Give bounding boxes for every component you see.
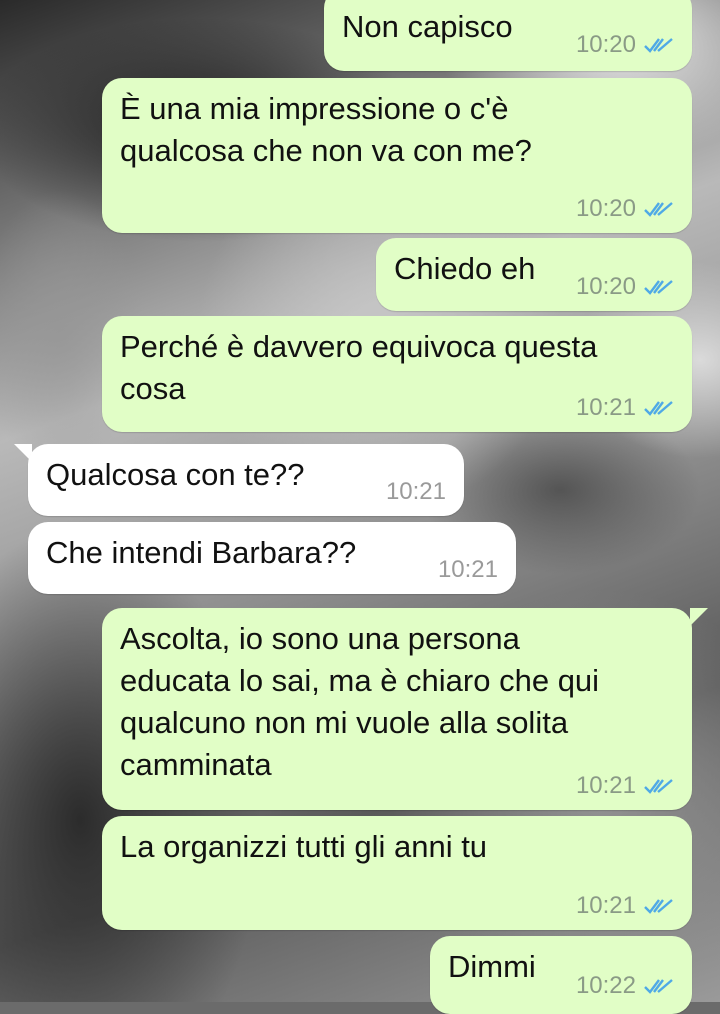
message-time: 10:20	[575, 195, 636, 222]
message-time: 10:20	[575, 273, 636, 300]
message-meta: 10:22	[576, 972, 674, 1000]
message-time: 10:21	[385, 478, 446, 505]
message-outgoing[interactable]: Non capisco 10:20	[324, 0, 692, 71]
message-meta: 10:21	[576, 772, 674, 800]
message-meta: 10:20	[576, 31, 674, 59]
message-meta: 10:21	[438, 556, 498, 584]
double-check-read-icon	[644, 779, 673, 794]
message-time: 10:21	[575, 772, 636, 799]
message-time: 10:20	[575, 31, 636, 58]
double-check-read-icon	[644, 38, 673, 53]
double-check-read-icon	[644, 202, 673, 217]
message-outgoing[interactable]: Dimmi 10:22	[430, 936, 692, 1014]
message-meta: 10:21	[386, 478, 446, 506]
message-incoming[interactable]: Qualcosa con te?? 10:21	[28, 444, 464, 516]
message-meta: 10:21	[576, 394, 674, 422]
double-check-read-icon	[644, 401, 673, 416]
message-time: 10:21	[437, 556, 498, 583]
double-check-read-icon	[644, 899, 673, 914]
message-meta: 10:20	[576, 273, 674, 301]
double-check-read-icon	[644, 280, 673, 295]
message-outgoing[interactable]: È una mia impressione o c'è qualcosa che…	[102, 78, 692, 233]
message-text: La organizzi tutti gli anni tu	[120, 829, 488, 864]
message-text: Che intendi Barbara??	[46, 535, 357, 570]
message-time: 10:21	[575, 892, 636, 919]
double-check-read-icon	[644, 979, 673, 994]
message-incoming[interactable]: Che intendi Barbara?? 10:21	[28, 522, 516, 594]
message-time: 10:21	[575, 394, 636, 421]
message-outgoing[interactable]: Perché è davvero equivoca questa cosa 10…	[102, 316, 692, 432]
bubble-tail	[690, 608, 708, 626]
message-meta: 10:20	[576, 195, 674, 223]
message-meta: 10:21	[576, 892, 674, 920]
message-outgoing[interactable]: La organizzi tutti gli anni tu 10:21	[102, 816, 692, 930]
message-time: 10:22	[575, 972, 636, 999]
message-text: È una mia impressione o c'è qualcosa che…	[120, 91, 532, 168]
message-outgoing[interactable]: Ascolta, io sono una persona educata lo …	[102, 608, 692, 810]
message-outgoing[interactable]: Chiedo eh 10:20	[376, 238, 692, 311]
message-text: Ascolta, io sono una persona educata lo …	[120, 621, 600, 782]
